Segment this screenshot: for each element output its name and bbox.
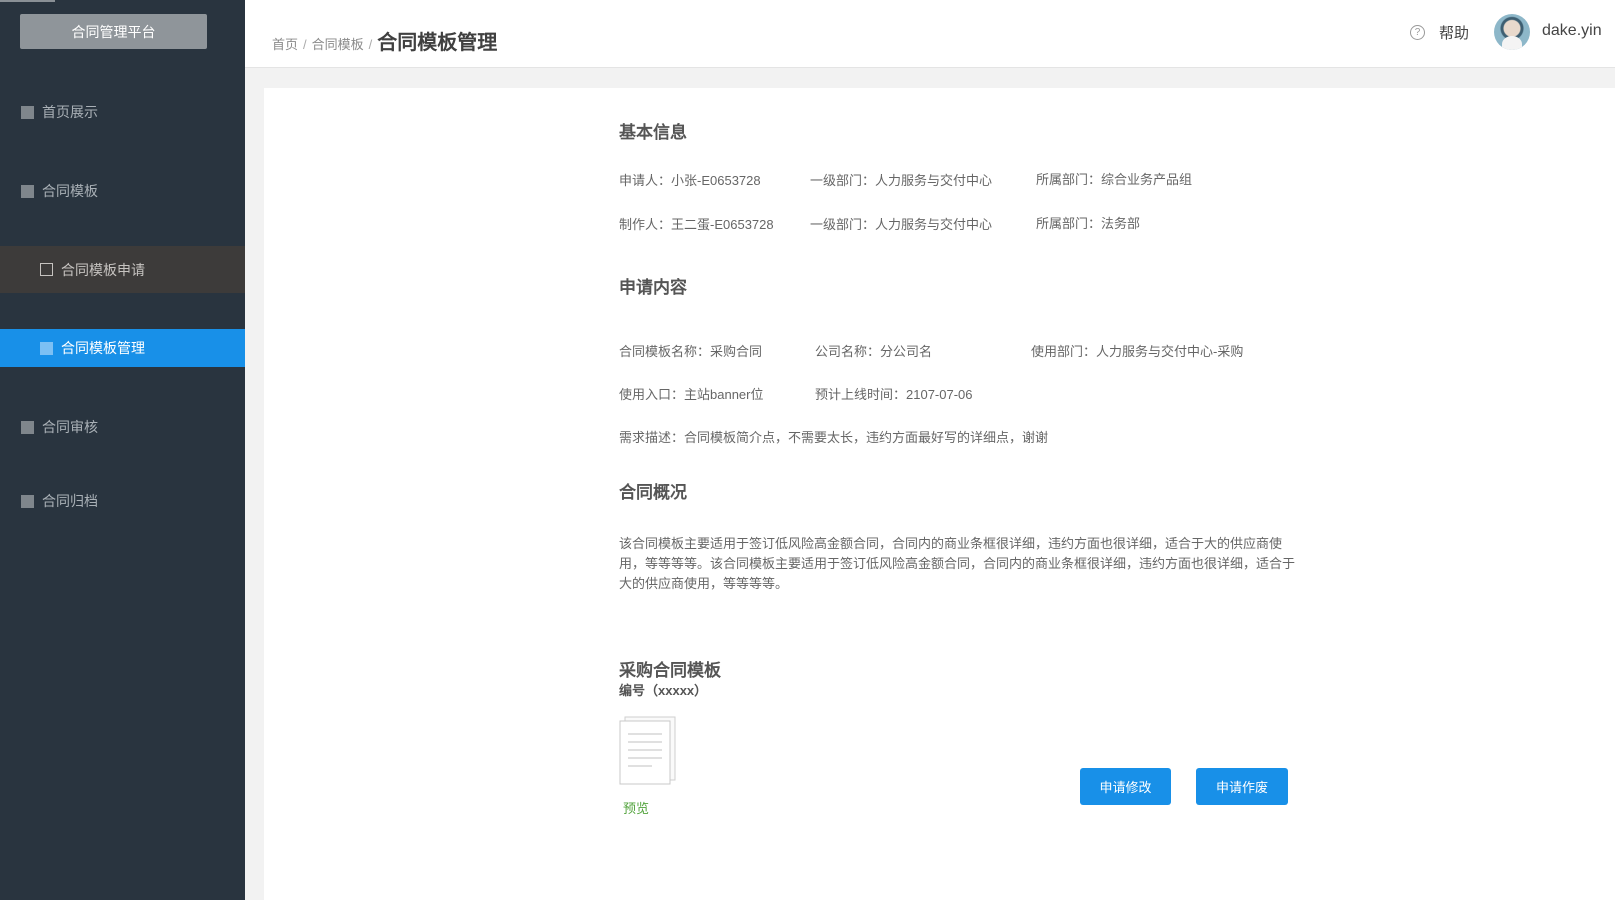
square-outline-icon bbox=[40, 263, 53, 276]
breadcrumb-contract-template[interactable]: 合同模板 bbox=[312, 34, 364, 53]
sidebar-item-contract-template[interactable]: 合同模板 bbox=[0, 171, 245, 211]
square-icon bbox=[21, 494, 34, 508]
maker-dept1-field: 一级部门：人力服务与交付中心 bbox=[810, 217, 993, 232]
square-icon bbox=[21, 105, 34, 119]
sidebar-item-home[interactable]: 首页展示 bbox=[0, 92, 245, 132]
sidebar-item-label: 合同审核 bbox=[42, 419, 98, 435]
preview-link[interactable]: 预览 bbox=[623, 798, 649, 817]
template-name-field: 合同模板名称：采购合同 bbox=[619, 344, 763, 359]
platform-button[interactable]: 合同管理平台 bbox=[20, 14, 207, 49]
applicant-dept1-field: 一级部门：人力服务与交付中心 bbox=[810, 173, 993, 188]
sidebar-item-label: 合同归档 bbox=[42, 493, 98, 509]
section-title-overview: 合同概况 bbox=[619, 483, 687, 502]
document-icon[interactable] bbox=[619, 716, 677, 786]
maker-field: 制作人：王二蛋-E0653728 bbox=[619, 217, 774, 232]
apply-modify-button[interactable]: 申请修改 bbox=[1080, 768, 1171, 805]
entry-field: 使用入口：主站banner位 bbox=[619, 387, 764, 402]
avatar[interactable] bbox=[1494, 14, 1530, 50]
square-icon bbox=[40, 341, 53, 355]
section-title-request: 申请内容 bbox=[619, 278, 687, 297]
breadcrumb-separator: / bbox=[368, 37, 373, 52]
help-link[interactable]: ? 帮助 bbox=[1410, 22, 1469, 43]
sidebar-top-indicator bbox=[0, 0, 55, 2]
apply-void-button[interactable]: 申请作废 bbox=[1196, 768, 1288, 805]
square-icon bbox=[21, 184, 34, 198]
maker-dept2-field: 所属部门：法务部 bbox=[1036, 216, 1141, 231]
company-name-field: 公司名称：分公司名 bbox=[815, 344, 933, 359]
sidebar-item-label: 合同模板申请 bbox=[61, 261, 145, 278]
sidebar-item-label: 首页展示 bbox=[42, 104, 98, 120]
description-field: 需求描述：合同模板简介点，不需要太长，违约方面最好写的详细点，谢谢 bbox=[619, 430, 1049, 445]
template-code: 编号（xxxxx） bbox=[619, 683, 708, 698]
main-card: 基本信息 申请人：小张-E0653728 一级部门：人力服务与交付中心 所属部门… bbox=[264, 88, 1615, 900]
sidebar-item-label: 合同模板管理 bbox=[61, 340, 145, 356]
applicant-dept2-field: 所属部门：综合业务产品组 bbox=[1036, 172, 1193, 187]
sidebar-item-contract-review[interactable]: 合同审核 bbox=[0, 407, 245, 447]
section-title-basic: 基本信息 bbox=[619, 123, 687, 142]
applicant-field: 申请人：小张-E0653728 bbox=[619, 173, 761, 188]
square-icon bbox=[21, 420, 34, 434]
header: 首页 / 合同模板 / 合同模板管理 ? 帮助 dake.yin bbox=[245, 0, 1615, 68]
page-title: 合同模板管理 bbox=[377, 32, 498, 54]
breadcrumb: 首页 / 合同模板 / 合同模板管理 bbox=[272, 26, 497, 55]
template-title: 采购合同模板 bbox=[619, 661, 721, 680]
overview-text: 该合同模板主要适用于签订低风险高金额合同，合同内的商业条框很详细，违约方面也很详… bbox=[619, 536, 1296, 591]
use-dept-field: 使用部门：人力服务与交付中心-采购 bbox=[1031, 344, 1244, 359]
launch-time-field: 预计上线时间：2107-07-06 bbox=[815, 387, 973, 402]
sidebar: 合同管理平台 首页展示 合同模板 合同模板申请 合同模板管理 合同审核 合同归档 bbox=[0, 0, 245, 900]
breadcrumb-separator: / bbox=[303, 37, 307, 52]
help-label: 帮助 bbox=[1439, 25, 1470, 42]
sidebar-item-label: 合同模板 bbox=[42, 183, 98, 199]
sidebar-item-template-apply[interactable]: 合同模板申请 bbox=[0, 246, 245, 293]
breadcrumb-home[interactable]: 首页 bbox=[272, 34, 298, 53]
username[interactable]: dake.yin bbox=[1542, 22, 1602, 40]
question-circle-icon: ? bbox=[1410, 25, 1425, 40]
sidebar-item-template-manage[interactable]: 合同模板管理 bbox=[0, 329, 245, 367]
sidebar-item-contract-archive[interactable]: 合同归档 bbox=[0, 481, 245, 521]
